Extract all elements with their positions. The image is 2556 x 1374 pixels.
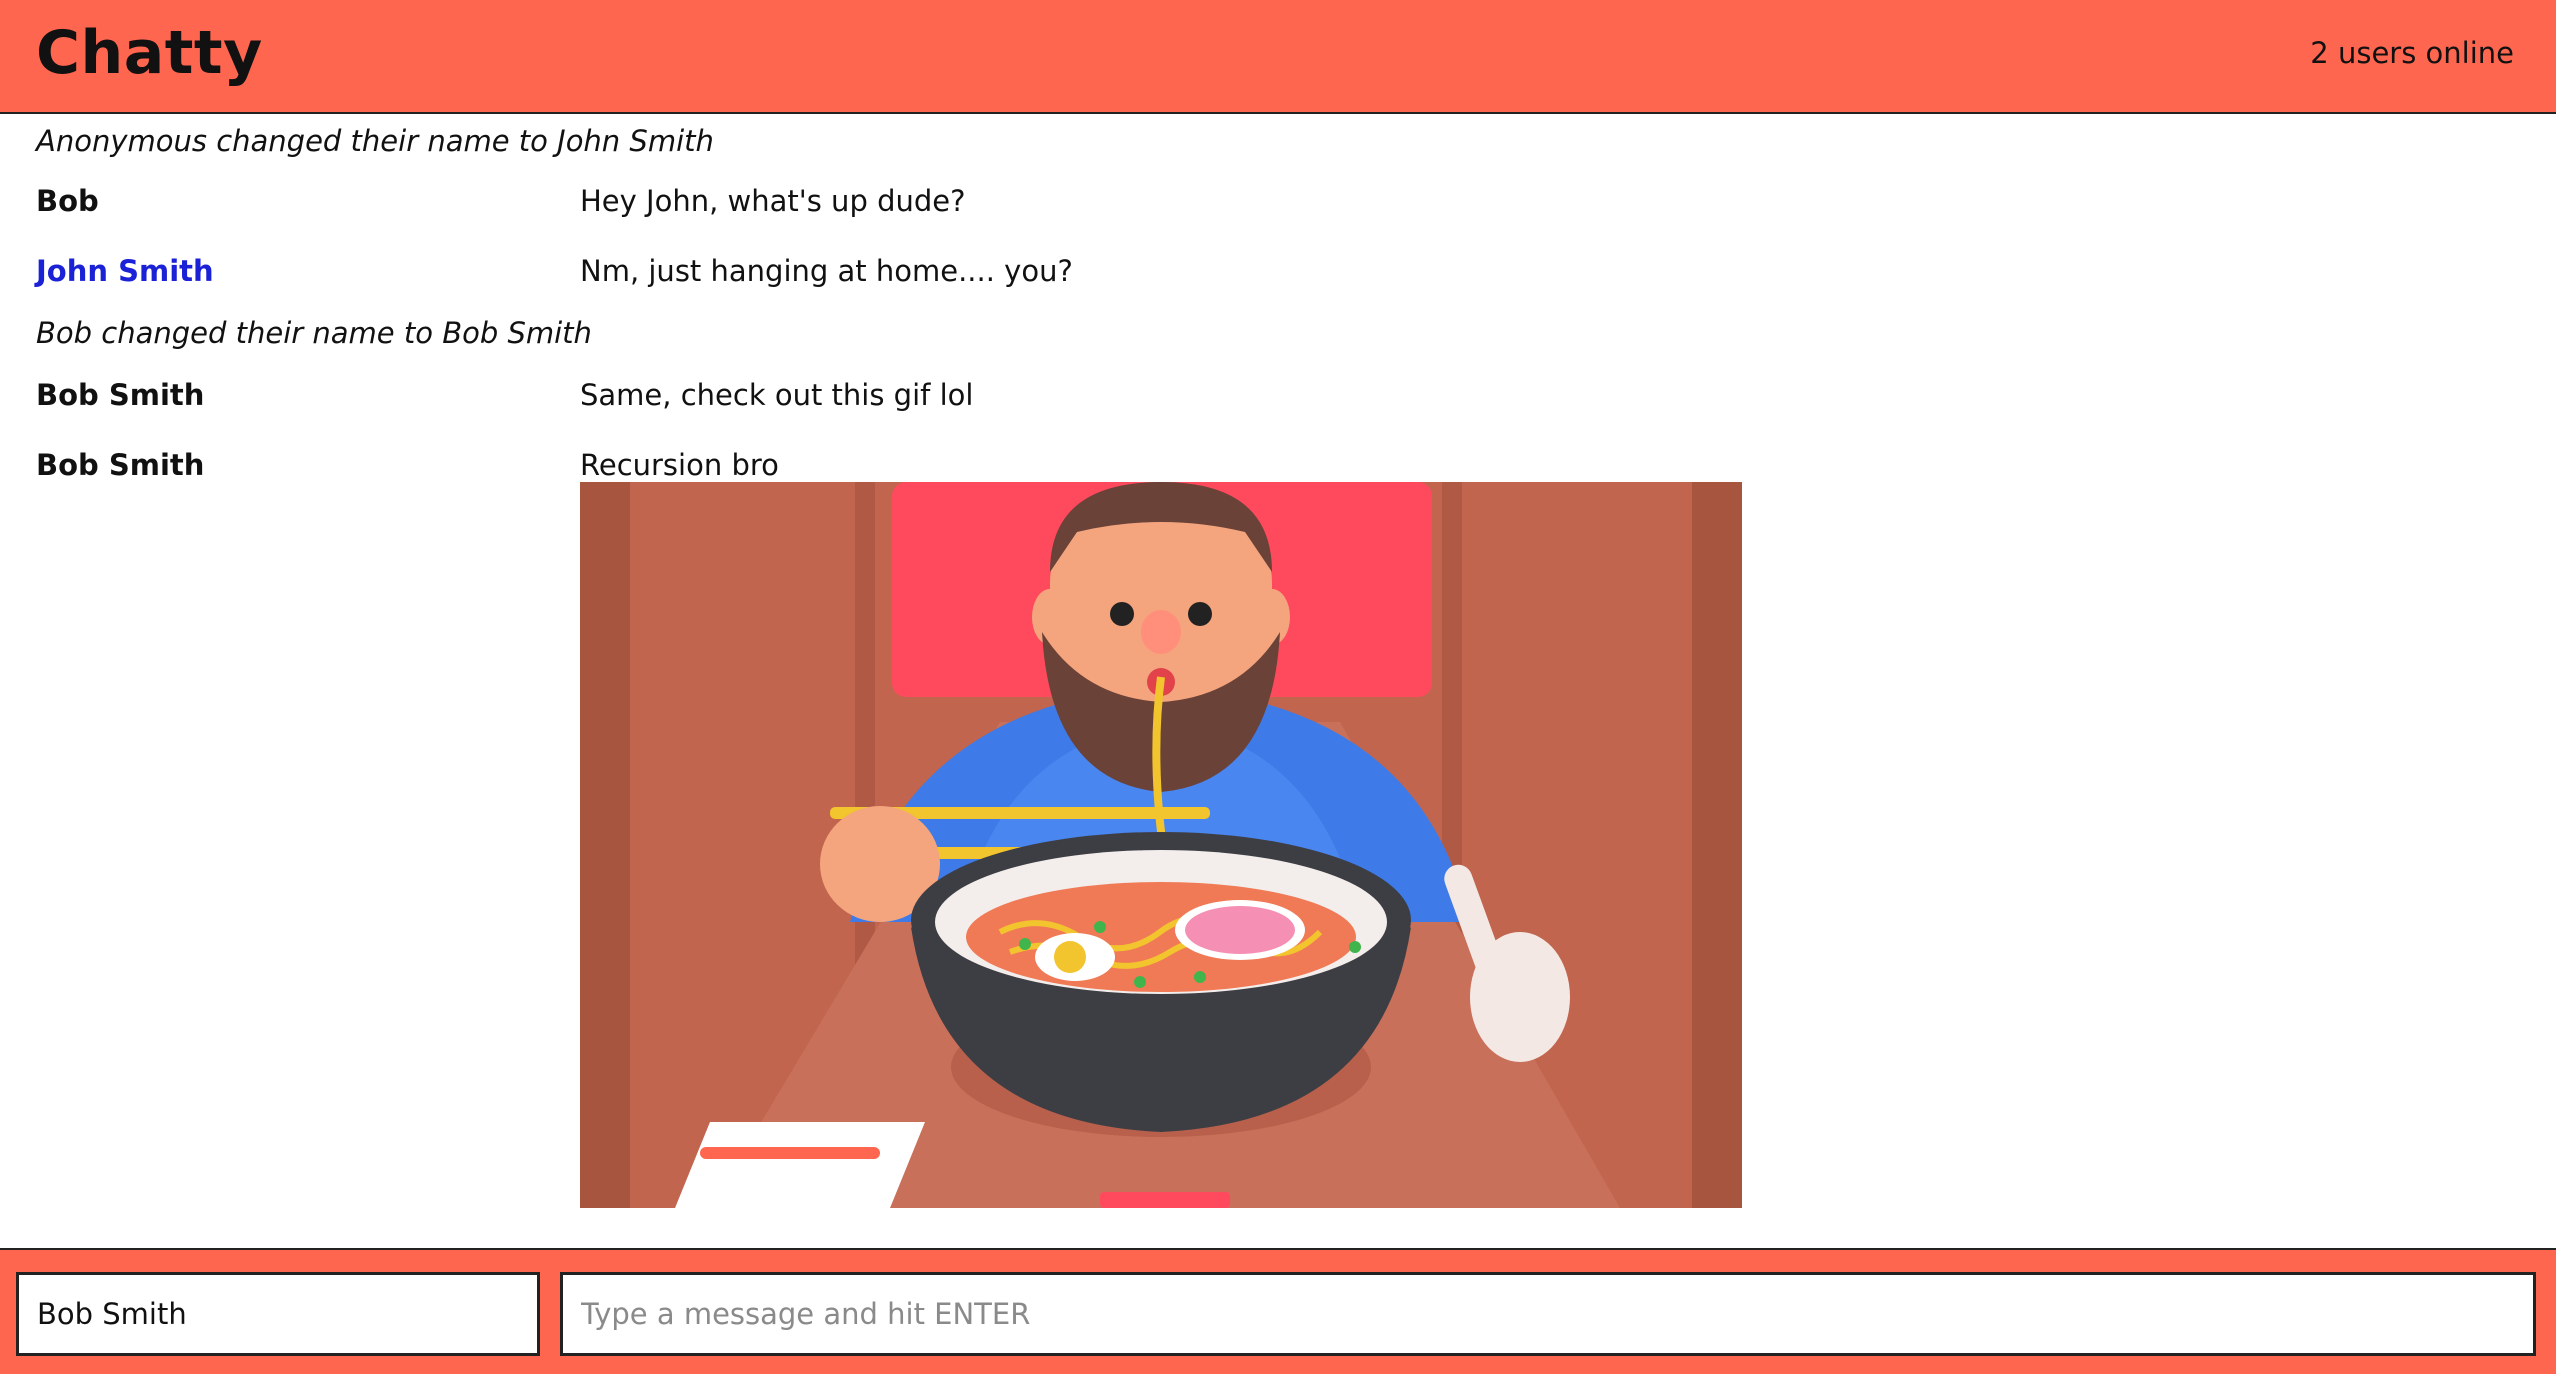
message-content: Recursion bro bbox=[580, 448, 779, 482]
app-title: Chatty bbox=[36, 18, 263, 88]
navbar: Chatty 2 users online bbox=[0, 0, 2556, 114]
users-online-count: 2 users online bbox=[2310, 36, 2514, 70]
message-username: Bob Smith bbox=[36, 378, 205, 412]
message-username: Bob bbox=[36, 184, 99, 218]
message-list: Anonymous changed their name to John Smi… bbox=[0, 114, 2556, 1248]
system-notification: Anonymous changed their name to John Smi… bbox=[36, 124, 714, 158]
system-notification: Bob changed their name to Bob Smith bbox=[36, 316, 592, 350]
message-content: Nm, just hanging at home.... you? bbox=[580, 254, 1073, 288]
message-gif-image bbox=[580, 482, 1742, 1208]
message-username: Bob Smith bbox=[36, 448, 205, 482]
message-content: Hey John, what's up dude? bbox=[580, 184, 966, 218]
username-input[interactable] bbox=[16, 1272, 540, 1356]
message-username: John Smith bbox=[36, 254, 214, 288]
message-input[interactable] bbox=[560, 1272, 2536, 1356]
ramen-eater-illustration bbox=[580, 482, 1742, 1208]
chat-bar bbox=[0, 1248, 2556, 1374]
message-content: Same, check out this gif lol bbox=[580, 378, 974, 412]
